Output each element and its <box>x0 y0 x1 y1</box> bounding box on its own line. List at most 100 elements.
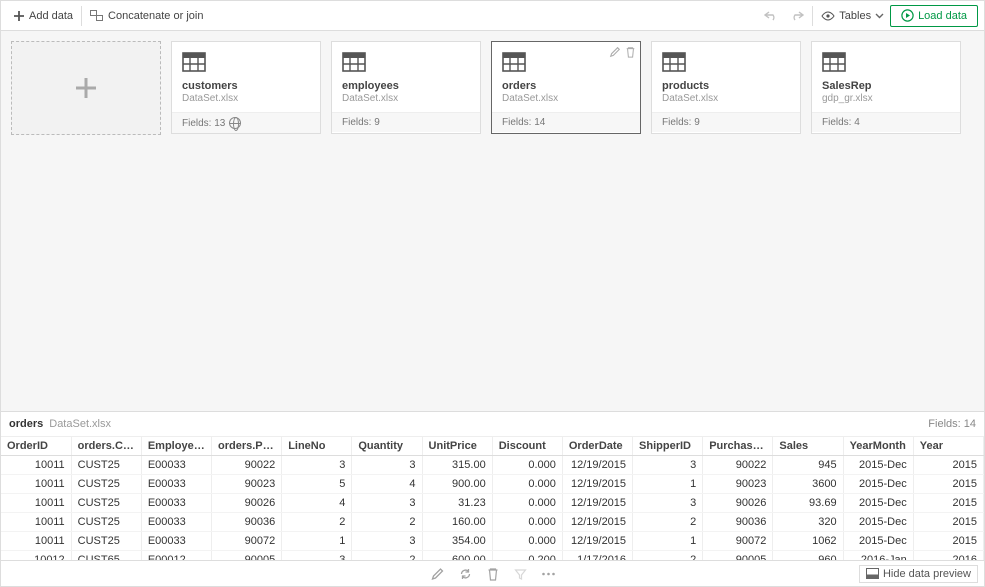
tile-name: orders <box>502 80 630 92</box>
cell: 90023 <box>212 475 282 494</box>
concatenate-icon <box>90 10 104 22</box>
delete-icon[interactable] <box>486 567 499 581</box>
cell: CUST25 <box>71 513 141 532</box>
cell: 90005 <box>212 551 282 561</box>
cell: 3 <box>633 494 703 513</box>
table-row[interactable]: 10012CUST65E000129000532600.000.2001/17/… <box>1 551 984 561</box>
column-header[interactable]: ShipperID <box>633 437 703 456</box>
cell: 90072 <box>212 532 282 551</box>
cell: 2015 <box>913 456 983 475</box>
cell: 10011 <box>1 475 71 494</box>
table-row[interactable]: 10011CUST25E000339003622160.000.00012/19… <box>1 513 984 532</box>
cell: 315.00 <box>422 456 492 475</box>
column-header[interactable]: orders.Prod... <box>212 437 282 456</box>
column-header[interactable]: EmployeeKey <box>141 437 211 456</box>
table-tile-products[interactable]: productsDataSet.xlsxFields: 9 <box>651 41 801 134</box>
cell: 2 <box>282 513 352 532</box>
preview-fields-count: Fields: 14 <box>928 418 976 430</box>
cell: 90022 <box>703 456 773 475</box>
cell: 900.00 <box>422 475 492 494</box>
load-data-button[interactable]: Load data <box>890 5 978 27</box>
cell: 0.000 <box>492 494 562 513</box>
more-icon[interactable] <box>541 572 555 576</box>
concatenate-button[interactable]: Concatenate or join <box>84 5 209 27</box>
cell: 0.000 <box>492 532 562 551</box>
refresh-icon[interactable] <box>458 567 472 581</box>
chevron-down-icon <box>875 13 884 19</box>
cell: 2015-Dec <box>843 475 913 494</box>
delete-icon[interactable] <box>625 46 636 58</box>
toolbar-separator <box>81 6 82 26</box>
column-header[interactable]: Year <box>913 437 983 456</box>
cell: 945 <box>773 456 843 475</box>
filter-icon[interactable] <box>513 567 527 581</box>
column-header[interactable]: UnitPrice <box>422 437 492 456</box>
cell: 90023 <box>703 475 773 494</box>
cell: 1/17/2016 <box>562 551 632 561</box>
cell: 90072 <box>703 532 773 551</box>
cell: 2 <box>633 551 703 561</box>
cell: 12/19/2015 <box>562 475 632 494</box>
column-header[interactable]: PurchasedP... <box>703 437 773 456</box>
cell: 2016 <box>913 551 983 561</box>
table-row[interactable]: 10011CUST25E000339002354900.000.00012/19… <box>1 475 984 494</box>
table-icon <box>182 52 310 74</box>
table-tile-SalesRep[interactable]: SalesRepgdp_gr.xlsx Fields: 4 <box>811 41 961 134</box>
cell: 2015 <box>913 532 983 551</box>
tile-source: gdp_gr.xlsx <box>822 93 950 104</box>
hide-preview-button[interactable]: Hide data preview <box>859 565 978 583</box>
hide-preview-label: Hide data preview <box>883 568 971 580</box>
cell: 160.00 <box>422 513 492 532</box>
cell: 12/19/2015 <box>562 532 632 551</box>
cell: 4 <box>352 475 422 494</box>
tile-name: customers <box>182 80 310 92</box>
table-tile-customers[interactable]: customersDataSet.xlsxFields: 13 <box>171 41 321 134</box>
cell: 2015-Dec <box>843 513 913 532</box>
table-tile-employees[interactable]: employeesDataSet.xlsxFields: 9 <box>331 41 481 134</box>
tile-name: products <box>662 80 790 92</box>
edit-icon[interactable] <box>609 46 621 58</box>
column-header[interactable]: YearMonth <box>843 437 913 456</box>
table-row[interactable]: 10011CUST25E000339002233315.000.00012/19… <box>1 456 984 475</box>
undo-button[interactable] <box>758 5 784 27</box>
table-row[interactable]: 10011CUST25E00033900264331.230.00012/19/… <box>1 494 984 513</box>
column-header[interactable]: Quantity <box>352 437 422 456</box>
plus-icon <box>72 74 100 102</box>
tile-fields: Fields: 9 <box>332 112 480 132</box>
column-header[interactable]: Discount <box>492 437 562 456</box>
preview-table-name: orders <box>9 418 43 430</box>
cell: E00012 <box>141 551 211 561</box>
cell: E00033 <box>141 532 211 551</box>
cell: 90026 <box>212 494 282 513</box>
table-tile-orders[interactable]: ordersDataSet.xlsxFields: 14 <box>491 41 641 134</box>
tile-fields: Fields: 4 <box>812 112 960 132</box>
edit-icon[interactable] <box>430 567 444 581</box>
cell: E00033 <box>141 475 211 494</box>
cell: E00033 <box>141 494 211 513</box>
cell: 3 <box>633 456 703 475</box>
view-tables-dropdown[interactable]: Tables <box>815 10 890 22</box>
undo-icon <box>764 10 778 22</box>
cell: 2 <box>352 513 422 532</box>
tile-name: SalesRep <box>822 80 950 92</box>
column-header[interactable]: LineNo <box>282 437 352 456</box>
column-header[interactable]: Sales <box>773 437 843 456</box>
cell: 2015-Dec <box>843 494 913 513</box>
add-table-tile[interactable] <box>11 41 161 135</box>
add-data-button[interactable]: Add data <box>7 5 79 27</box>
column-header[interactable]: orders.Cust... <box>71 437 141 456</box>
redo-button[interactable] <box>784 5 810 27</box>
cell: 0.000 <box>492 513 562 532</box>
column-header[interactable]: OrderDate <box>562 437 632 456</box>
preview-header: orders DataSet.xlsx Fields: 14 <box>1 412 984 436</box>
panel-icon <box>866 568 879 579</box>
table-row[interactable]: 10011CUST25E000339007213354.000.00012/19… <box>1 532 984 551</box>
tables-label: Tables <box>839 10 871 22</box>
concatenate-label: Concatenate or join <box>108 10 203 22</box>
tile-fields: Fields: 14 <box>492 112 640 132</box>
cell: 90022 <box>212 456 282 475</box>
cell: 10011 <box>1 456 71 475</box>
column-header[interactable]: OrderID <box>1 437 71 456</box>
preview-grid[interactable]: OrderIDorders.Cust...EmployeeKeyorders.P… <box>1 436 984 560</box>
tile-source: DataSet.xlsx <box>342 93 470 104</box>
